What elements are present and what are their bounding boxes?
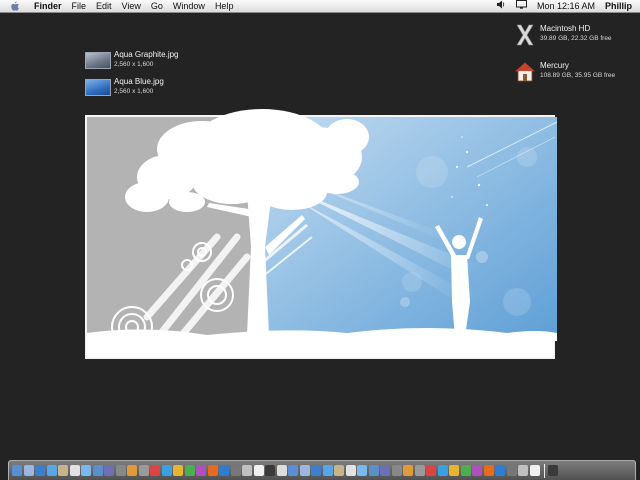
dock-app-icon[interactable] bbox=[483, 465, 494, 476]
dock-trash-icon[interactable] bbox=[548, 465, 558, 476]
image-thumbnail-icon bbox=[85, 51, 111, 69]
image-thumbnail-icon bbox=[85, 78, 111, 96]
desktop-file-aqua-blue[interactable]: Aqua Blue.jpg 2,560 x 1,600 bbox=[85, 77, 164, 97]
dock-app-icon[interactable] bbox=[518, 465, 528, 476]
file-name: Aqua Graphite.jpg bbox=[114, 50, 179, 59]
dock-app-icon[interactable] bbox=[426, 465, 436, 476]
menu-view[interactable]: View bbox=[122, 0, 141, 13]
wallpaper-preview bbox=[85, 109, 558, 359]
dock-app-icon[interactable] bbox=[311, 465, 321, 476]
disk-mercury[interactable]: Mercury 108.89 GB, 35.95 GB free bbox=[514, 61, 615, 83]
disk-macintosh-hd[interactable]: Macintosh HD 39.89 GB, 22.32 GB free bbox=[514, 24, 612, 46]
dock-app-icon[interactable] bbox=[161, 465, 172, 476]
hard-disk-x-icon bbox=[516, 24, 534, 46]
menu-finder[interactable]: Finder bbox=[34, 0, 62, 13]
dock-app-icon[interactable] bbox=[414, 465, 425, 476]
dock-app-icon[interactable] bbox=[449, 465, 459, 476]
dock-app-icon[interactable] bbox=[380, 465, 390, 476]
disk-name: Macintosh HD bbox=[540, 24, 591, 33]
menu-extras: Mon 12:16 AM Phillip bbox=[487, 0, 632, 13]
dock-app-icon[interactable] bbox=[150, 465, 160, 476]
dock-app-icon[interactable] bbox=[506, 465, 517, 476]
dock-app-icon[interactable] bbox=[495, 465, 505, 476]
home-disk-icon bbox=[514, 62, 536, 82]
menu-file[interactable]: File bbox=[72, 0, 87, 13]
menu-edit[interactable]: Edit bbox=[96, 0, 112, 13]
dock-ical-icon[interactable] bbox=[69, 465, 80, 476]
dock bbox=[8, 460, 636, 480]
menu-window[interactable]: Window bbox=[173, 0, 205, 13]
dock-app-icon[interactable] bbox=[299, 465, 310, 476]
dock-app-icon[interactable] bbox=[276, 465, 287, 476]
volume-icon[interactable] bbox=[496, 0, 506, 13]
dock-app-icon[interactable] bbox=[460, 465, 471, 476]
dock-app-icon[interactable] bbox=[391, 465, 402, 476]
dock-app-icon[interactable] bbox=[529, 465, 540, 476]
dock-app-icon[interactable] bbox=[242, 465, 252, 476]
file-dimensions: 2,560 x 1,600 bbox=[114, 61, 154, 68]
file-dimensions: 2,560 x 1,600 bbox=[114, 88, 154, 95]
dock-address-book-icon[interactable] bbox=[58, 465, 68, 476]
menu-go[interactable]: Go bbox=[151, 0, 163, 13]
dock-app-icon[interactable] bbox=[253, 465, 264, 476]
dock-finder-icon[interactable] bbox=[12, 465, 22, 476]
menu-user[interactable]: Phillip bbox=[605, 0, 632, 13]
dock-app-icon[interactable] bbox=[173, 465, 183, 476]
dock-garageband-icon[interactable] bbox=[127, 465, 137, 476]
dock-idvd-icon[interactable] bbox=[115, 465, 126, 476]
dock-app-icon[interactable] bbox=[207, 465, 218, 476]
menu-clock[interactable]: Mon 12:16 AM bbox=[537, 0, 595, 13]
dock-app-icon[interactable] bbox=[437, 465, 448, 476]
dock-app-icon[interactable] bbox=[472, 465, 482, 476]
dock-app-icon[interactable] bbox=[322, 465, 333, 476]
dock-app-icon[interactable] bbox=[403, 465, 413, 476]
dock-app-icon[interactable] bbox=[368, 465, 379, 476]
apple-menu-icon[interactable] bbox=[10, 1, 24, 12]
dock-safari-icon[interactable] bbox=[35, 465, 45, 476]
dock-system-prefs-icon[interactable] bbox=[138, 465, 149, 476]
dock-mail-icon[interactable] bbox=[23, 465, 34, 476]
dock-app-icon[interactable] bbox=[230, 465, 241, 476]
dock-app-icon[interactable] bbox=[184, 465, 195, 476]
dock-separator bbox=[544, 463, 545, 478]
dock-app-icon[interactable] bbox=[345, 465, 356, 476]
menu-help[interactable]: Help bbox=[215, 0, 234, 13]
dock-app-icon[interactable] bbox=[288, 465, 298, 476]
dock-itunes-icon[interactable] bbox=[81, 465, 91, 476]
disk-info: 108.89 GB, 35.95 GB free bbox=[540, 72, 616, 79]
dock-app-icon[interactable] bbox=[196, 465, 206, 476]
disk-name: Mercury bbox=[540, 61, 569, 70]
dock-imovie-icon[interactable] bbox=[104, 465, 114, 476]
dock-app-icon[interactable] bbox=[265, 465, 275, 476]
menu-bar: Finder File Edit View Go Window Help Mon… bbox=[0, 0, 640, 13]
wallpaper-illustration bbox=[87, 109, 558, 348]
desktop-file-aqua-graphite[interactable]: Aqua Graphite.jpg 2,560 x 1,600 bbox=[85, 50, 179, 70]
dock-ichat-icon[interactable] bbox=[46, 465, 57, 476]
dock-iphoto-icon[interactable] bbox=[92, 465, 103, 476]
dock-app-icon[interactable] bbox=[357, 465, 367, 476]
file-name: Aqua Blue.jpg bbox=[114, 77, 164, 86]
dock-app-icon[interactable] bbox=[334, 465, 344, 476]
dock-app-icon[interactable] bbox=[219, 465, 229, 476]
display-icon[interactable] bbox=[515, 0, 527, 13]
disk-info: 39.89 GB, 22.32 GB free bbox=[540, 35, 612, 42]
